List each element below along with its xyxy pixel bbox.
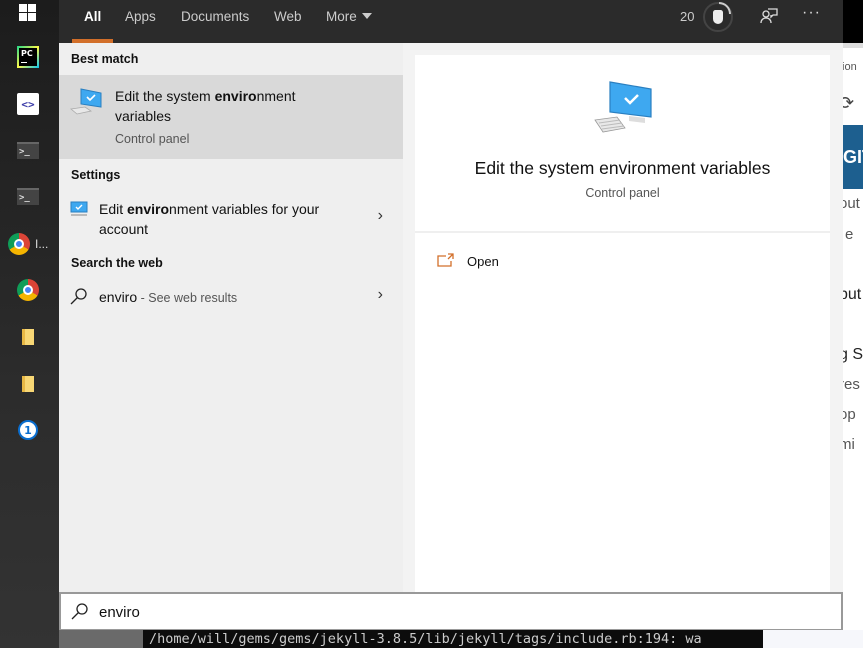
settings-monitor-icon xyxy=(70,201,88,216)
chrome-icon xyxy=(17,279,39,301)
web-search-result[interactable]: enviro - See web results › xyxy=(59,281,403,313)
reload-icon: ⟳ xyxy=(843,93,855,113)
best-match-result[interactable]: Edit the system environment variables Con… xyxy=(59,75,403,159)
system-computer-icon-large xyxy=(594,81,652,133)
section-header-settings: Settings xyxy=(71,168,121,182)
search-filter-bar: All Apps Documents Web More 20 ··· xyxy=(59,0,843,43)
terminal-icon: >_ xyxy=(19,192,30,203)
background-terminal-output: /home/will/gems/gems/jekyll-3.8.5/lib/je… xyxy=(143,630,763,648)
preview-subtitle: Control panel xyxy=(585,186,660,200)
trophy-icon xyxy=(713,10,723,24)
settings-result-title: Edit environment variables for your accou… xyxy=(99,199,319,239)
settings-result[interactable]: Edit environment variables for your accou… xyxy=(59,193,403,243)
web-search-text: enviro - See web results xyxy=(99,287,237,308)
title-text: Edit xyxy=(99,201,128,217)
chevron-right-icon[interactable]: › xyxy=(378,207,383,225)
search-icon xyxy=(71,603,88,620)
open-external-icon xyxy=(437,253,454,267)
taskbar-chrome-2[interactable] xyxy=(17,279,39,301)
preview-pane: Edit the system environment variables Co… xyxy=(415,55,830,592)
taskbar-1password[interactable]: 1 xyxy=(17,419,39,441)
code-brackets-icon: <> xyxy=(21,97,35,111)
windows-logo-pane xyxy=(19,13,27,21)
browser-text-fragment: but xyxy=(843,286,862,303)
section-header-web: Search the web xyxy=(71,256,163,270)
background-browser-window: tion ⟳ GIT out e but g S res op mi xyxy=(843,43,863,643)
open-label: Open xyxy=(467,254,499,269)
results-list: Best match Edit the system environment va… xyxy=(59,43,403,592)
taskbar: PC <> >_ >_ I... 1 xyxy=(0,0,59,648)
chrome-icon xyxy=(8,233,30,255)
search-icon xyxy=(70,288,87,305)
terminal-icon: >_ xyxy=(19,146,30,157)
taskbar-explorer-1[interactable] xyxy=(17,326,39,348)
title-text: Edit the system xyxy=(115,88,215,104)
browser-text-fragment: mi xyxy=(843,436,855,453)
tab-more[interactable]: More xyxy=(326,0,372,43)
desktop-background xyxy=(763,630,863,648)
taskbar-chrome-1-label: I... xyxy=(35,237,49,251)
tab-all[interactable]: All xyxy=(71,0,114,43)
title-match-highlight: enviro xyxy=(127,201,170,217)
windows-logo-pane xyxy=(28,13,36,21)
start-button[interactable] xyxy=(19,4,37,22)
desktop-background xyxy=(59,630,143,648)
tab-apps[interactable]: Apps xyxy=(125,0,156,43)
taskbar-terminal-2[interactable]: >_ xyxy=(17,188,39,205)
browser-text-fragment: res xyxy=(843,376,860,393)
search-input[interactable] xyxy=(99,602,699,622)
title-text: nment xyxy=(256,88,296,104)
divider xyxy=(415,231,830,233)
feedback-button[interactable] xyxy=(760,8,778,24)
best-match-subtitle: Control panel xyxy=(115,132,190,146)
taskbar-code-editor[interactable]: <> xyxy=(17,93,39,115)
open-action[interactable]: Open xyxy=(437,249,637,273)
taskbar-terminal-1[interactable]: >_ xyxy=(17,142,39,159)
web-suffix: - See web results xyxy=(137,291,238,305)
tab-more-label: More xyxy=(326,9,357,24)
browser-text-fragment: e xyxy=(845,226,854,243)
search-box[interactable] xyxy=(59,592,843,631)
title-text: variables xyxy=(115,108,172,124)
folder-icon xyxy=(22,329,34,345)
screen: PC <> >_ >_ I... 1 All Apps Documents We… xyxy=(0,0,863,648)
tab-web[interactable]: Web xyxy=(274,0,302,43)
1password-icon: 1 xyxy=(18,420,38,440)
browser-text-fragment: op xyxy=(843,406,856,423)
pycharm-icon: PC xyxy=(19,48,37,66)
background-window-edge xyxy=(843,0,863,43)
rewards-points: 20 xyxy=(680,9,695,24)
caret-down-icon xyxy=(361,13,372,19)
taskbar-chrome-1[interactable] xyxy=(8,233,30,255)
chevron-right-icon[interactable]: › xyxy=(378,286,383,304)
browser-text-fragment: g S xyxy=(843,346,863,363)
browser-banner: GIT xyxy=(843,125,863,189)
browser-tabstrip xyxy=(843,43,863,48)
best-match-title: Edit the system environment variables xyxy=(115,86,296,126)
feedback-icon xyxy=(760,8,778,24)
tab-documents[interactable]: Documents xyxy=(181,0,249,43)
taskbar-explorer-2[interactable] xyxy=(17,373,39,395)
browser-text-fragment: tion xyxy=(843,61,857,73)
windows-logo-icon xyxy=(19,4,27,12)
title-text: nment variables for your xyxy=(169,201,320,217)
folder-icon xyxy=(22,376,34,392)
more-options-button[interactable]: ··· xyxy=(802,4,821,22)
rewards-button[interactable] xyxy=(703,2,733,32)
web-query: enviro xyxy=(99,289,138,305)
system-computer-icon xyxy=(70,88,102,115)
preview-title: Edit the system environment variables xyxy=(474,158,771,178)
title-match-highlight: enviro xyxy=(214,88,257,104)
ellipsis-icon: ··· xyxy=(802,4,821,21)
taskbar-pycharm[interactable]: PC xyxy=(17,46,39,68)
browser-text-fragment: GIT xyxy=(843,147,863,167)
title-text: account xyxy=(99,221,149,237)
windows-logo-pane xyxy=(28,4,36,12)
section-header-best-match: Best match xyxy=(71,52,139,66)
browser-text-fragment: out xyxy=(843,195,860,212)
